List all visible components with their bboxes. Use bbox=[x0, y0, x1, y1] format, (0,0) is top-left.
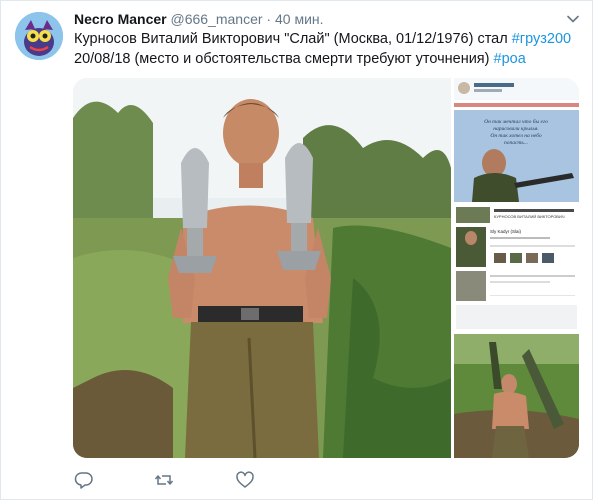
separator-dot: · bbox=[266, 11, 272, 27]
heart-icon[interactable] bbox=[235, 470, 255, 490]
thumb-caption: попасть... bbox=[504, 140, 528, 146]
thumbnail-photo[interactable]: Он так мечтал что бы его нарисовали крыл… bbox=[454, 78, 579, 202]
author-handle[interactable]: @666_mancer bbox=[170, 11, 262, 27]
tweet-header: Necro Mancer @666_mancer · 40 мин. bbox=[74, 10, 324, 28]
avatar[interactable] bbox=[15, 12, 63, 60]
tweet-actions bbox=[74, 470, 374, 492]
tweet-text: Курносов Виталий Викторович "Слай" (Моск… bbox=[74, 29, 579, 69]
main-photo[interactable] bbox=[73, 78, 451, 458]
timestamp[interactable]: 40 мин. bbox=[275, 11, 324, 27]
reply-icon[interactable] bbox=[74, 470, 94, 490]
thumbnail-photo[interactable]: КУРНОСОВ ВИТАЛИЙ ВИКТОРОВИЧ Sly Kadyr (S… bbox=[454, 205, 579, 331]
thumb-caption: Он так мечтал что бы его bbox=[484, 118, 548, 125]
tweet-text-part-1: Курносов Виталий Викторович "Слай" (Моск… bbox=[74, 31, 512, 47]
tweet-text-line-2: 20/08/18 (место и обстоятельства смерти … bbox=[74, 49, 579, 69]
author-name[interactable]: Necro Mancer bbox=[74, 11, 167, 27]
chevron-down-icon[interactable] bbox=[566, 12, 580, 26]
hashtag-link[interactable]: #груз200 bbox=[512, 31, 571, 47]
media-grid: Он так мечтал что бы его нарисовали крыл… bbox=[73, 78, 579, 458]
retweet-icon[interactable] bbox=[154, 470, 174, 490]
thumb-caption: нарисовали крылья. bbox=[493, 126, 539, 132]
tweet-text-part-2: 20/08/18 (место и обстоятельства смерти … bbox=[74, 51, 494, 67]
tweet-text-line-1: Курносов Виталий Викторович "Слай" (Моск… bbox=[74, 29, 579, 49]
thumbnail-photo[interactable] bbox=[454, 334, 579, 458]
thumb-profile-title: КУРНОСОВ ВИТАЛИЙ ВИКТОРОВИЧ bbox=[494, 214, 565, 219]
thumb-profile-name: Sly Kadyr (Slai) bbox=[490, 229, 522, 234]
hashtag-link[interactable]: #роа bbox=[494, 51, 526, 67]
thumb-caption: Он так хотел на небо bbox=[490, 132, 542, 139]
